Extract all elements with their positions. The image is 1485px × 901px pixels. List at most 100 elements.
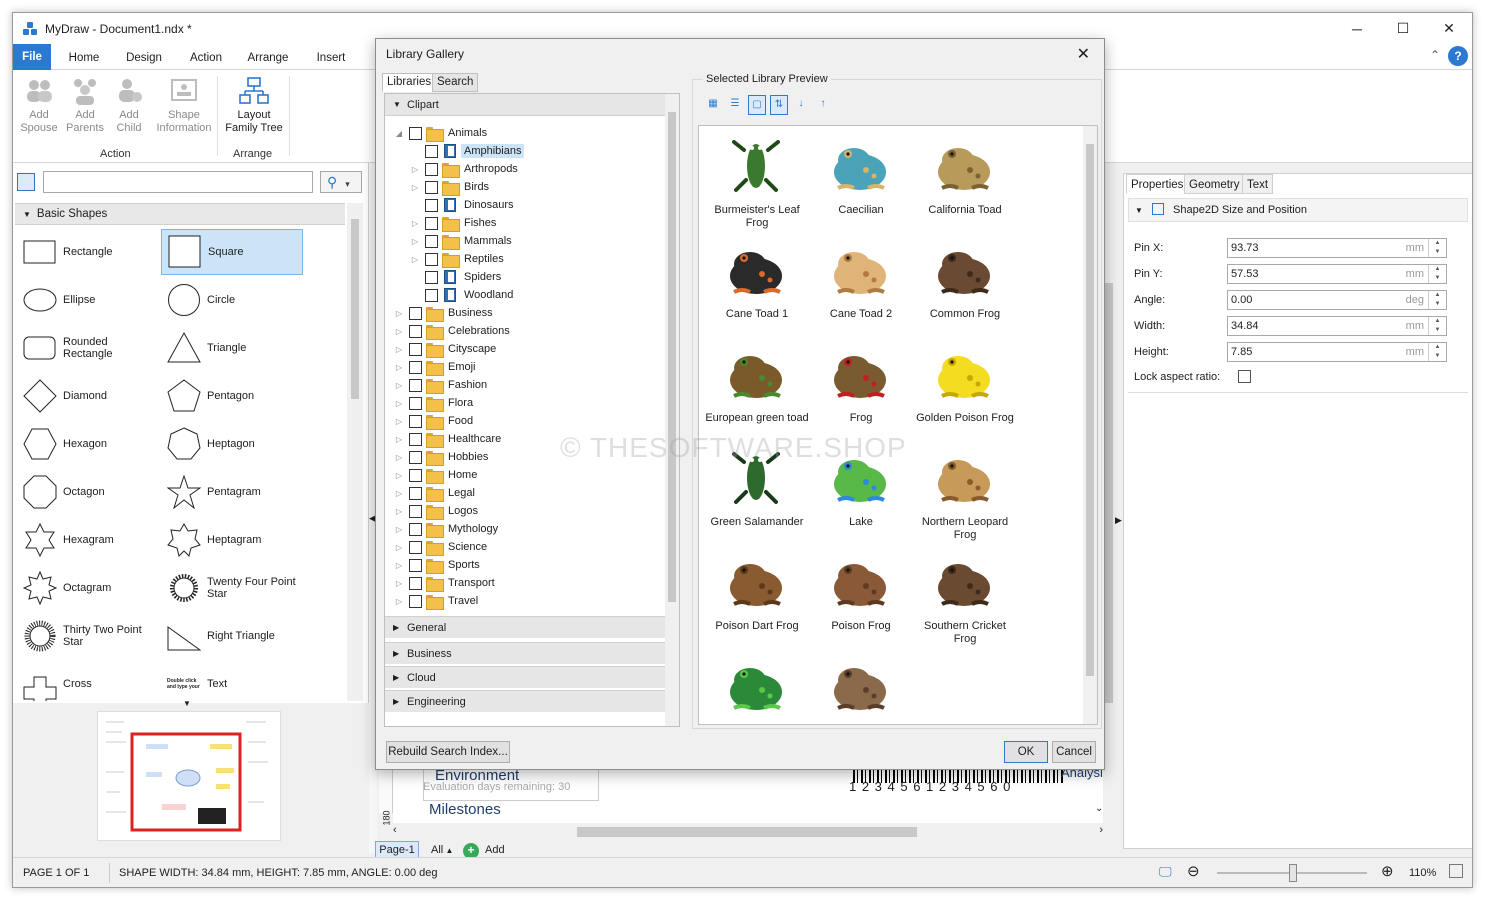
gallery-item[interactable]: Northern Leopard Frog [913,446,1017,542]
gallery-item[interactable]: Southern Cricket Frog [913,550,1017,646]
shape-triangle[interactable]: Triangle [161,325,303,371]
tab-properties[interactable]: Properties [1126,174,1189,194]
tree-item-logos[interactable]: ▷ Logos [393,502,478,520]
gallery-item[interactable]: Common Frog [913,238,1017,321]
shape-ellipse[interactable]: Ellipse [17,277,159,323]
monitor-icon[interactable]: 🖵 [1159,864,1172,880]
add-page-label[interactable]: Add [485,844,505,856]
size-position-header[interactable]: ▼ Shape2D Size and Position [1128,198,1468,222]
checkbox[interactable] [409,396,422,410]
checkbox[interactable] [409,432,422,446]
scrollbar-thumb[interactable] [577,827,917,837]
shape-diamond[interactable]: Diamond [17,373,159,419]
checkbox[interactable] [409,540,422,554]
checkbox[interactable] [409,414,422,428]
height-field[interactable]: 7.85 mm ▲ ▼ [1227,342,1447,362]
zoom-in-icon[interactable]: ⊕ [1381,862,1394,880]
shapes-scrollbar[interactable] [347,203,363,701]
category-engineering[interactable]: ▶ Engineering [385,690,665,712]
gallery-item[interactable]: Burmeister's Leaf Frog [705,134,809,230]
scroll-left-icon[interactable]: ‹ [393,824,397,836]
add-spouse-button[interactable]: Add Spouse [15,76,63,135]
checkbox[interactable] [425,288,438,302]
checkbox[interactable] [409,360,422,374]
tree-item-mammals[interactable]: ▷ Mammals [409,232,512,250]
tree-item-mythology[interactable]: ▷ Mythology [393,520,498,538]
checkbox[interactable] [425,234,438,248]
shape-pentagram[interactable]: Pentagram [161,469,303,515]
tree-item-cityscape[interactable]: ▷ Cityscape [393,340,496,358]
shape-square[interactable]: Square [161,229,303,275]
overview-thumbnail[interactable] [97,711,281,841]
tree-item-transport[interactable]: ▷ Transport [393,574,495,592]
spinner-icon[interactable]: ▲ ▼ [1428,317,1446,335]
checkbox[interactable] [425,162,438,176]
layout-family-tree-button[interactable]: Layout Family Tree [221,76,287,135]
tree-item-food[interactable]: ▷ Food [393,412,473,430]
maximize-button[interactable]: ☐ [1380,13,1426,44]
cancel-button[interactable]: Cancel [1052,741,1096,763]
checkbox[interactable] [409,342,422,356]
checkbox[interactable] [409,306,422,320]
tab-insert[interactable]: Insert [308,47,354,69]
scrollbar-thumb[interactable] [351,219,359,399]
tree-item-amphibians[interactable]: Amphibians [409,142,525,160]
add-parents-button[interactable]: Add Parents [61,76,109,135]
close-button[interactable]: ✕ [1426,13,1472,44]
shape-text[interactable]: Double click and type your Text [161,661,303,701]
tree-item-celebrations[interactable]: ▷ Celebrations [393,322,510,340]
tree-item-travel[interactable]: ▷ Travel [393,592,478,610]
all-pages-dropdown[interactable]: All ▲ [431,844,453,856]
shape-pentagon[interactable]: Pentagon [161,373,303,419]
tree-item-science[interactable]: ▷ Science [393,538,487,556]
tab-geometry[interactable]: Geometry [1184,174,1245,194]
checkbox[interactable] [409,522,422,536]
tree-item-animals[interactable]: ◢ Animals [393,124,487,142]
checkbox[interactable] [409,504,422,518]
zoom-slider-thumb[interactable] [1289,864,1297,882]
shape-octagon[interactable]: Octagon [17,469,159,515]
tree-item-flora[interactable]: ▷ Flora [393,394,473,412]
shape-search-input[interactable] [43,171,313,193]
gallery-item[interactable]: Cane Toad 2 [809,238,913,321]
tree-item-sports[interactable]: ▷ Sports [393,556,480,574]
gallery-item[interactable]: Cane Toad 1 [705,238,809,321]
fit-page-icon[interactable] [1449,864,1463,878]
tree-item-business[interactable]: ▷ Business [393,304,493,322]
tree-item-healthcare[interactable]: ▷ Healthcare [393,430,501,448]
checkbox[interactable] [425,270,438,284]
tab-libraries[interactable]: Libraries [382,73,437,92]
page-surface[interactable]: Environment Evaluation days remaining: 3… [393,763,1103,823]
tree-item-fishes[interactable]: ▷ Fishes [409,214,496,232]
horizontal-scrollbar[interactable]: ‹ › [393,823,1103,841]
sort-descending-icon[interactable]: ↑ [814,95,832,115]
shape-hexagram[interactable]: Hexagram [17,517,159,563]
checkbox[interactable] [409,576,422,590]
checkbox[interactable] [409,126,422,140]
scroll-right-icon[interactable]: › [1099,824,1103,836]
clipart-header[interactable]: ▼ Clipart [385,94,665,116]
large-icons-view-icon[interactable]: ▦ [704,95,722,115]
tab-action[interactable]: Action [183,47,229,69]
shape-thirty-two-point-star[interactable]: Thirty Two Point Star [17,613,159,659]
checkbox[interactable] [409,558,422,572]
category-general[interactable]: ▶ General [385,616,665,638]
shape-rectangle[interactable]: Rectangle [17,229,159,275]
pin-y-field[interactable]: 57.53 mm ▲ ▼ [1227,264,1447,284]
spinner-icon[interactable]: ▲ ▼ [1428,343,1446,361]
checkbox[interactable] [425,216,438,230]
tree-item-woodland[interactable]: Woodland [409,286,513,304]
checkbox[interactable] [425,144,438,158]
shape-cross[interactable]: Cross [17,661,159,701]
scrollbar-thumb[interactable] [1086,144,1094,676]
tab-arrange[interactable]: Arrange [243,47,293,69]
shape-heptagon[interactable]: Heptagon [161,421,303,467]
tab-text[interactable]: Text [1242,174,1274,194]
gallery-item[interactable]: Frog [809,342,913,425]
tree-item-spiders[interactable]: Spiders [409,268,501,286]
checkbox[interactable] [425,180,438,194]
gallery-item[interactable]: Golden Poison Frog [913,342,1017,425]
gallery-item[interactable]: California Toad [913,134,1017,217]
checkbox[interactable] [409,486,422,500]
width-field[interactable]: 34.84 mm ▲ ▼ [1227,316,1447,336]
